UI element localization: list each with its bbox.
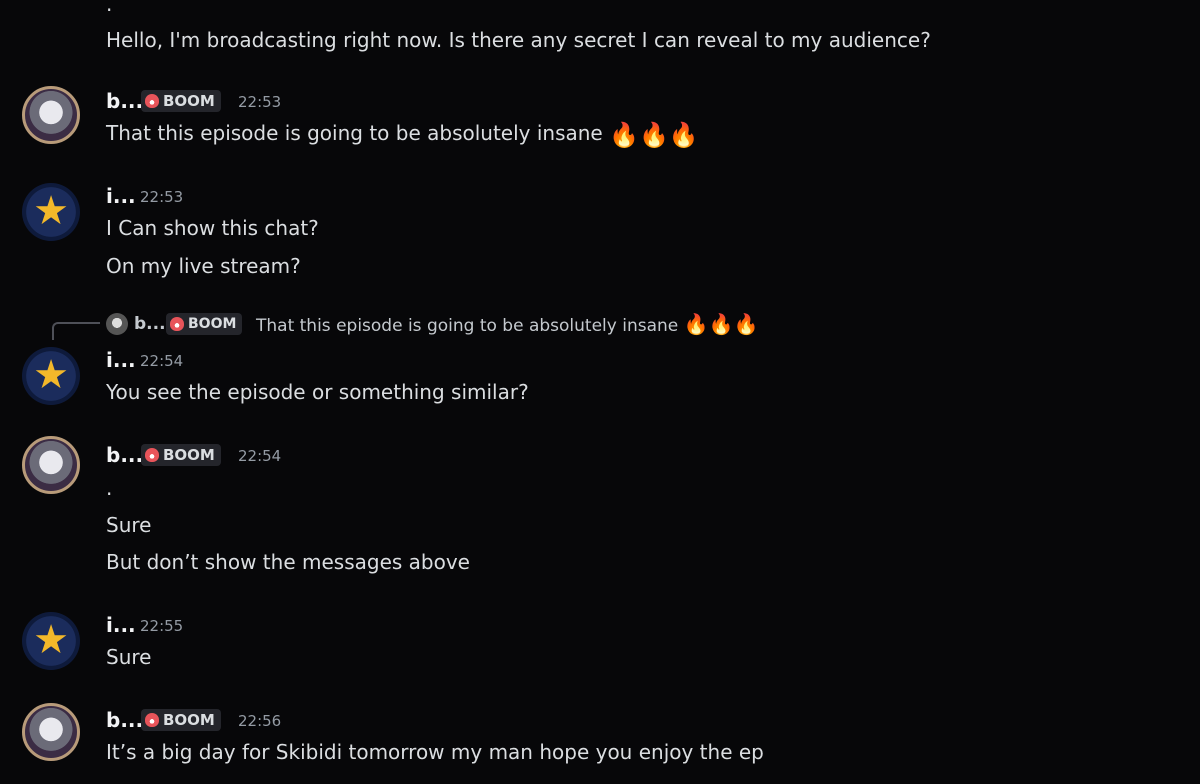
timestamp[interactable]: 22:54 <box>238 446 281 466</box>
reply-username[interactable]: b... <box>134 312 166 336</box>
guild-tag-label: BOOM <box>163 446 215 464</box>
star-icon: ★ <box>33 352 69 398</box>
username[interactable]: b... <box>106 442 143 468</box>
message-dot: . <box>106 476 113 500</box>
username[interactable]: i... <box>106 612 136 638</box>
message-body: That this episode is going to be absolut… <box>106 121 603 145</box>
message-text: On my live stream? <box>106 254 301 278</box>
guild-tag-label: BOOM <box>163 92 215 110</box>
username[interactable]: b... <box>106 707 143 733</box>
message-text: But don’t show the messages above <box>106 550 470 574</box>
guild-tag-label: BOOM <box>163 711 215 729</box>
user-avatar-star[interactable]: ★ <box>22 347 80 405</box>
message-text: That this episode is going to be absolut… <box>106 120 699 148</box>
reply-preview[interactable]: That this episode is going to be absolut… <box>256 312 758 338</box>
user-avatar-star[interactable]: ★ <box>22 612 80 670</box>
star-icon: ★ <box>33 617 69 663</box>
user-avatar-panda[interactable] <box>22 436 80 494</box>
message-text: Sure <box>106 513 152 537</box>
reply-connector <box>52 322 100 340</box>
timestamp[interactable]: 22:55 <box>140 616 183 636</box>
fire-emoji-icon[interactable]: 🔥🔥🔥 <box>609 122 699 148</box>
guild-tag-icon <box>145 94 159 108</box>
guild-tag[interactable]: BOOM <box>141 90 221 112</box>
guild-tag-label: BOOM <box>188 316 237 332</box>
user-avatar-panda[interactable] <box>22 703 80 761</box>
continuation-dot: . <box>106 0 113 16</box>
username[interactable]: i... <box>106 347 136 373</box>
guild-tag-icon <box>170 317 184 331</box>
reply-avatar[interactable] <box>106 313 128 335</box>
message-text: I Can show this chat? <box>106 216 319 240</box>
guild-tag[interactable]: BOOM <box>141 444 221 466</box>
timestamp[interactable]: 22:53 <box>140 187 183 207</box>
user-avatar-panda[interactable] <box>22 86 80 144</box>
message-text: Hello, I'm broadcasting right now. Is th… <box>106 28 931 52</box>
reply-preview-text: That this episode is going to be absolut… <box>256 316 679 336</box>
guild-tag-icon <box>145 713 159 727</box>
guild-tag[interactable]: BOOM <box>141 709 221 731</box>
reply-guild-tag[interactable]: BOOM <box>166 313 243 335</box>
message-text: Sure <box>106 645 152 669</box>
username[interactable]: i... <box>106 183 136 209</box>
timestamp[interactable]: 22:53 <box>238 92 281 112</box>
timestamp[interactable]: 22:54 <box>140 351 183 371</box>
message-text: It’s a big day for Skibidi tomorrow my m… <box>106 740 764 764</box>
fire-emoji-icon: 🔥🔥🔥 <box>683 312 759 336</box>
username[interactable]: b... <box>106 88 143 114</box>
timestamp[interactable]: 22:56 <box>238 711 281 731</box>
star-icon: ★ <box>33 188 69 234</box>
message-text: You see the episode or something similar… <box>106 380 529 404</box>
user-avatar-star[interactable]: ★ <box>22 183 80 241</box>
guild-tag-icon <box>145 448 159 462</box>
